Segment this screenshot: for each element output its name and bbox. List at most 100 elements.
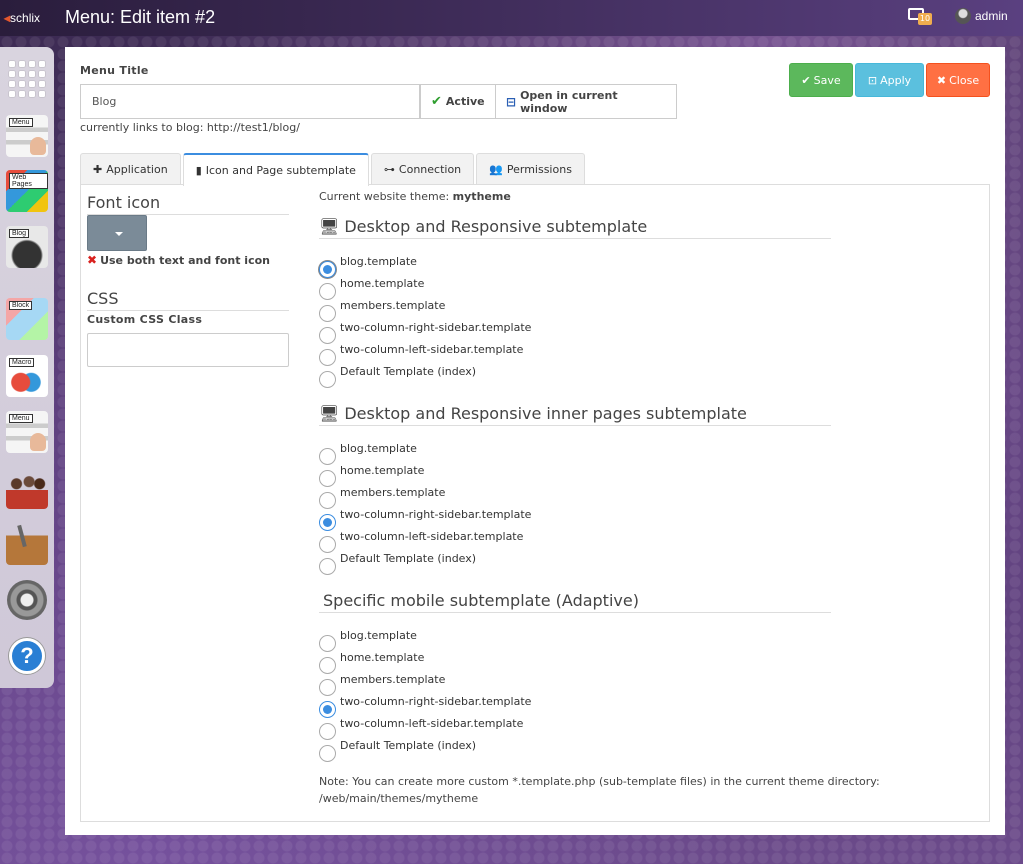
mobile-template-option[interactable]: members.template [319, 672, 446, 696]
main-panel: Menu Title Blog ✔ Active ⊟ Open in curre… [65, 47, 1005, 835]
template-option-label: members.template [340, 672, 446, 686]
apps-grid-button[interactable] [4, 56, 50, 102]
tab-bar: ✚ Application ▮ Icon and Page subtemplate … [80, 153, 587, 186]
template-option-label: home.template [340, 650, 425, 664]
inner-template-option[interactable]: home.template [319, 463, 425, 487]
sidebar-item-menu[interactable]: Menu [4, 113, 50, 159]
sidebar-item-blog[interactable]: Blog [4, 224, 50, 270]
desktop-template-option[interactable]: Default Template (index) [319, 364, 477, 388]
theme-value: mytheme [452, 190, 511, 203]
tab-connection[interactable]: ⊶ Connection [370, 153, 475, 185]
sidebar-item-users[interactable] [4, 465, 50, 511]
radio-button[interactable] [319, 492, 336, 509]
inner-template-option[interactable]: members.template [319, 486, 445, 509]
help-icon: ? [9, 638, 45, 674]
sidebar-item-blocks[interactable]: Block [4, 296, 50, 342]
open-in-label: Open in current window [520, 88, 618, 115]
inner-template-option[interactable]: two-column-right-sidebar.template [319, 507, 532, 531]
users-app-icon [6, 467, 48, 509]
mobile-subtemplate-heading: Specific mobile subtemplate (Adaptive) [319, 591, 831, 613]
radio-button[interactable] [319, 327, 336, 344]
inner-template-option[interactable]: Default Template (index) [319, 551, 477, 575]
use-both-label: Use both text and font icon [100, 253, 270, 267]
sidebar-item-settings[interactable] [4, 577, 50, 623]
template-option-label: home.template [340, 463, 425, 477]
radio-button[interactable] [319, 349, 336, 366]
css-heading: CSS [87, 289, 289, 311]
sidebar-item-menu-2[interactable]: Menu [4, 409, 50, 455]
x-icon: ✖ [87, 253, 98, 267]
radio-button[interactable] [319, 448, 336, 465]
mobile-template-option[interactable]: blog.template [319, 629, 417, 652]
mobile-template-option[interactable]: home.template [319, 650, 425, 674]
radio-button[interactable] [319, 470, 336, 487]
template-option-label: two-column-right-sidebar.template [340, 507, 532, 521]
inner-template-option[interactable]: two-column-left-sidebar.template [319, 530, 523, 553]
font-icon-picker[interactable] [87, 215, 147, 251]
check-icon: ✔ [801, 73, 811, 87]
radio-button[interactable] [319, 723, 336, 740]
desktop-icon: 🖥 [319, 404, 340, 423]
sidebar-item-web-pages[interactable]: Web Pages [4, 168, 50, 214]
user-name: admin [975, 9, 1008, 23]
sidebar-item-help[interactable]: ? [4, 633, 50, 679]
open-in-window-toggle[interactable]: ⊟ Open in current window [495, 84, 677, 119]
desktop-icon: 🖥 [319, 217, 340, 236]
mobile-template-option[interactable]: Default Template (index) [319, 738, 477, 762]
sidebar-item-tools[interactable] [4, 521, 50, 567]
desktop-template-option[interactable]: two-column-left-sidebar.template [319, 343, 523, 366]
template-option-label: Default Template (index) [340, 551, 477, 565]
gear-icon [7, 580, 47, 620]
radio-button[interactable] [319, 657, 336, 674]
radio-button[interactable] [319, 305, 336, 322]
tab-icon-and-page-subtemplate[interactable]: ▮ Icon and Page subtemplate [182, 153, 369, 186]
sidebar-item-macro[interactable]: Macro [4, 353, 50, 399]
tab-permissions[interactable]: 👥 Permissions [476, 153, 585, 185]
active-label: Active [445, 95, 485, 108]
close-button[interactable]: ✖ Close [926, 63, 990, 97]
theme-label: Current website theme: [319, 190, 450, 203]
radio-button[interactable] [319, 536, 336, 553]
mobile-template-option[interactable]: two-column-left-sidebar.template [319, 717, 523, 740]
radio-button[interactable] [319, 635, 336, 652]
menu-title-input[interactable]: Blog [80, 84, 420, 119]
radio-button[interactable] [319, 371, 336, 388]
blog-app-icon: Blog [6, 226, 48, 268]
radio-button[interactable] [319, 283, 336, 300]
desktop-template-option[interactable]: home.template [319, 277, 424, 300]
grid-icon [9, 61, 45, 97]
inner-template-option[interactable]: blog.template [319, 442, 417, 465]
desktop-template-option[interactable]: two-column-right-sidebar.template [319, 321, 531, 344]
mobile-template-option[interactable]: two-column-right-sidebar.template [319, 695, 531, 718]
radio-button[interactable] [319, 679, 336, 696]
template-option-label: Default Template (index) [340, 738, 477, 752]
puzzle-icon: ✚ [93, 163, 103, 176]
users-icon: 👥 [489, 163, 503, 176]
close-icon: ✖ [936, 73, 947, 87]
active-toggle[interactable]: ✔ Active [420, 84, 496, 119]
custom-css-input[interactable] [87, 333, 289, 367]
save-label: Save [813, 73, 841, 87]
radio-button[interactable] [319, 558, 336, 575]
menu-app-icon-2: Menu [6, 411, 48, 453]
tab-application[interactable]: ✚ Application [80, 153, 181, 185]
radio-button[interactable] [319, 701, 336, 718]
radio-button[interactable] [319, 261, 336, 278]
desktop-template-option[interactable]: members.template [319, 299, 445, 322]
template-option-label: Default Template (index) [340, 364, 477, 378]
logo[interactable]: ◂schlix [4, 11, 40, 25]
notifications-button[interactable]: 10 [906, 8, 932, 26]
radio-button[interactable] [319, 745, 336, 762]
user-menu[interactable]: admin [955, 8, 1008, 24]
use-both-toggle[interactable]: ✖ Use both text and font icon [87, 253, 270, 267]
blocks-app-icon: Block [6, 298, 48, 340]
desktop-template-option[interactable]: blog.template [319, 255, 417, 278]
tab-label: Icon and Page subtemplate [205, 164, 356, 177]
save-button[interactable]: ✔ Save [789, 63, 853, 97]
tab-label: Connection [398, 163, 462, 176]
bookmark-icon: ▮ [195, 164, 202, 177]
minus-square-icon: ⊟ [506, 94, 517, 109]
logo-text: schlix [10, 11, 41, 25]
radio-button[interactable] [319, 514, 336, 531]
apply-button[interactable]: ⊡ Apply [855, 63, 924, 97]
